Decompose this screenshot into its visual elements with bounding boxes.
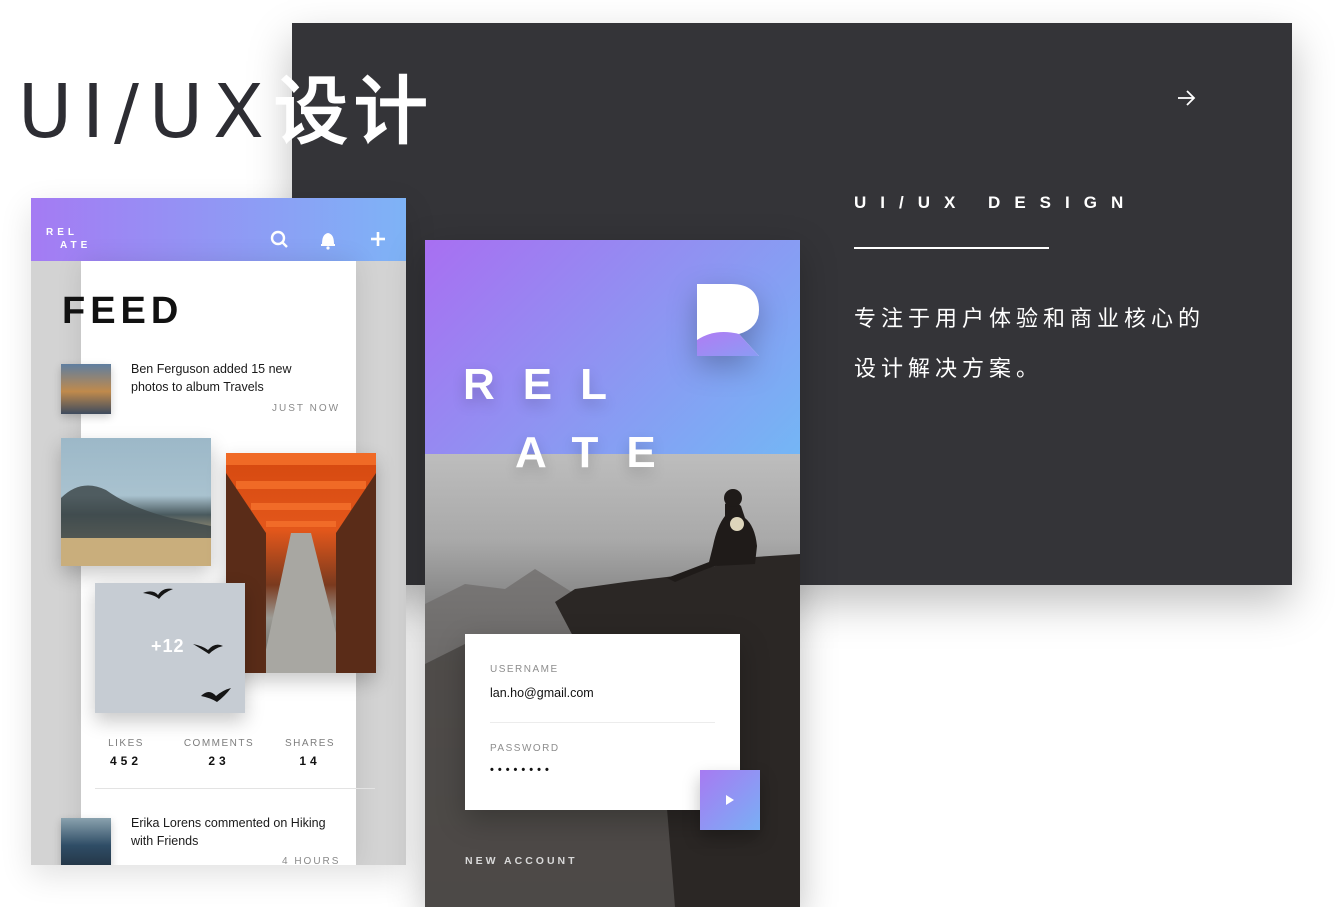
avatar[interactable] [61, 818, 111, 865]
feed-header: REL ATE [31, 198, 406, 261]
password-label: PASSWORD [490, 743, 560, 754]
brand-logo-icon [697, 284, 759, 356]
field-divider [490, 722, 715, 723]
brand-name-line-2: ATE [515, 428, 684, 477]
post-text: Erika Lorens commented on Hiking with Fr… [131, 816, 326, 848]
username-label: USERNAME [490, 664, 559, 675]
stat-value: 452 [109, 754, 143, 768]
username-field[interactable]: lan.ho@gmail.com [490, 686, 715, 700]
stat-shares[interactable]: SHARES 14 [265, 738, 355, 768]
login-form: USERNAME lan.ho@gmail.com PASSWORD •••••… [465, 634, 740, 810]
brand-name-line-1: REL [463, 360, 635, 409]
photo-torii-path[interactable] [226, 453, 376, 673]
panel-subtitle: UI/UX DESIGN [854, 193, 1138, 212]
feed-screen: REL ATE FEED Ben Ferguson added 15 new p… [31, 198, 406, 865]
plus-icon[interactable] [367, 228, 389, 250]
stat-value: 14 [299, 754, 321, 768]
feed-divider [95, 788, 375, 789]
feed-logo-line-1: REL [46, 227, 78, 238]
stat-label: SHARES [284, 738, 336, 749]
submit-button[interactable] [700, 770, 760, 830]
bird-icon [143, 588, 173, 599]
password-field[interactable]: •••••••• [490, 764, 715, 776]
feed-logo-line-2: ATE [60, 240, 92, 251]
stat-comments[interactable]: COMMENTS 23 [174, 738, 264, 768]
post-text: Ben Ferguson added 15 new photos to albu… [131, 362, 292, 394]
post-time: JUST NOW [272, 403, 341, 414]
stat-value: 23 [208, 754, 230, 768]
search-icon[interactable] [268, 228, 290, 250]
title-cn: 设计 [273, 69, 434, 155]
arrow-right-icon[interactable] [1172, 83, 1202, 113]
play-icon [726, 795, 734, 805]
subtitle-divider [854, 247, 1049, 249]
panel-description: 专注于用户体验和商业核心的 设计解决方案。 [854, 295, 1254, 395]
feed-logo: REL ATE [46, 226, 91, 252]
bird-icon [193, 644, 223, 654]
login-screen: REL ATE USERNAME lan.ho@gmail.com PASSWO… [425, 240, 800, 907]
bird-icon [201, 688, 231, 702]
bell-icon[interactable] [317, 228, 339, 250]
more-photos-count[interactable]: +12 [151, 636, 185, 657]
avatar[interactable] [61, 364, 111, 414]
post-time: 4 HOURS [282, 856, 341, 865]
new-account-link[interactable]: NEW ACCOUNT [465, 855, 578, 867]
page-title: UI/UX设计 [18, 62, 434, 162]
stat-likes[interactable]: LIKES 452 [81, 738, 171, 768]
description-line-1: 专注于用户体验和商业核心的 [854, 307, 1206, 332]
stat-label: LIKES [108, 738, 144, 749]
photo-coast[interactable] [61, 438, 211, 566]
stat-label: COMMENTS [183, 738, 255, 749]
feed-title: FEED [62, 290, 184, 332]
description-line-2: 设计解决方案。 [854, 357, 1044, 382]
title-en: UI/UX [18, 69, 274, 155]
